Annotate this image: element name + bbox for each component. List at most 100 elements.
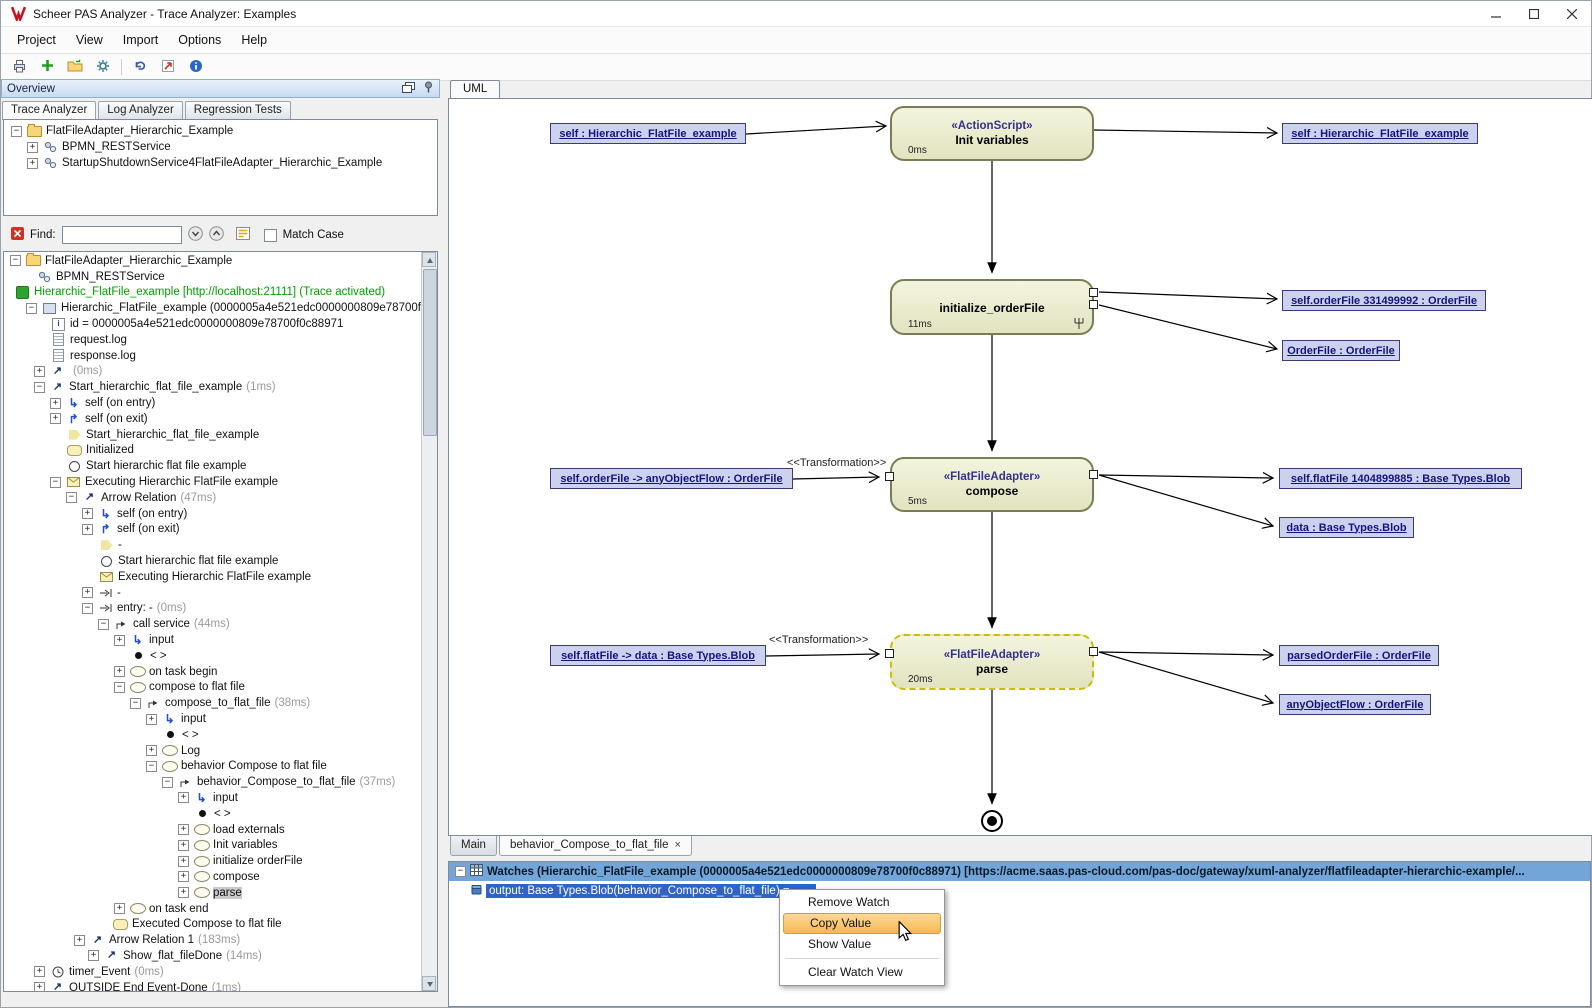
tree-expander[interactable]: + bbox=[34, 366, 45, 377]
trace-tree-item-initialized[interactable]: Initialized bbox=[4, 443, 422, 459]
trace-tree-item-flatfileadapter-hierarchic-example[interactable]: −FlatFileAdapter_Hierarchic_Example bbox=[4, 253, 422, 269]
trace-tree-item-start-hierarchic-flat-file-example[interactable]: Start hierarchic flat file example bbox=[4, 458, 422, 474]
tree-expander[interactable]: + bbox=[88, 950, 99, 961]
project-tree-item-bpmn-restservice[interactable]: +BPMN_RESTService bbox=[5, 139, 436, 155]
export-button[interactable] bbox=[158, 57, 178, 77]
trace-tree-item-show-flat-filedone[interactable]: +↗Show_flat_fileDone(14ms) bbox=[4, 948, 422, 964]
trace-tree-item-item[interactable]: +- bbox=[4, 585, 422, 601]
tree-expander[interactable]: + bbox=[114, 635, 125, 646]
tree-expander[interactable]: − bbox=[98, 619, 109, 630]
trace-tree-item-hierarchic-flatfile-example-http-localhost-21111-trace-activated[interactable]: Hierarchic_FlatFile_example [http://loca… bbox=[4, 285, 422, 301]
object-flow-label-self-flatfile-1404899885-base-types-blob[interactable]: self.flatFile 1404899885 : Base Types.Bl… bbox=[1279, 468, 1522, 489]
tree-expander[interactable]: + bbox=[50, 413, 61, 424]
object-flow-label-anyobjectflow-orderfile[interactable]: anyObjectFlow : OrderFile bbox=[1279, 694, 1431, 715]
uml-node-initialize-orderfile[interactable]: initialize_orderFile11ms bbox=[890, 279, 1094, 335]
trace-tree-item-executing-hierarchic-flatfile-example[interactable]: −Executing Hierarchic FlatFile example bbox=[4, 474, 422, 490]
scrollbar-down-button[interactable] bbox=[422, 976, 436, 991]
trace-tree-item-init-variables[interactable]: +Init variables bbox=[4, 837, 422, 853]
trace-tree-item-timer-event[interactable]: +timer_Event(0ms) bbox=[4, 964, 422, 980]
tab-trace-analyzer[interactable]: Trace Analyzer bbox=[2, 101, 96, 120]
trace-tree-item-hierarchic-flatfile-example-0000005a4e521edc0000000809e78700f0c88971[interactable]: −Hierarchic_FlatFile_example (0000005a4e… bbox=[4, 300, 422, 316]
trace-tree-item-input[interactable]: +↳input bbox=[4, 632, 422, 648]
tab-regression-tests[interactable]: Regression Tests bbox=[185, 101, 291, 119]
project-tree-item-startupshutdownservice4flatfileadapter-hierarchic-example[interactable]: +StartupShutdownService4FlatFileAdapter_… bbox=[5, 155, 436, 171]
diagram-tab-main[interactable]: Main bbox=[450, 836, 497, 856]
menu-project[interactable]: Project bbox=[7, 29, 66, 51]
object-flow-label-data-base-types-blob[interactable]: data : Base Types.Blob bbox=[1279, 517, 1414, 538]
trace-tree-item-self-on-exit[interactable]: +↱self (on exit) bbox=[4, 411, 422, 427]
tree-expander[interactable]: + bbox=[27, 158, 38, 169]
trace-tree-item-executed-compose-to-flat-file[interactable]: Executed Compose to flat file bbox=[4, 916, 422, 932]
trace-tree-item-start-hierarchic-flat-file-example[interactable]: −↗Start_hierarchic_flat_file_example(1ms… bbox=[4, 379, 422, 395]
context-menu-item-copy-value[interactable]: Copy Value bbox=[783, 913, 941, 934]
find-close-icon[interactable] bbox=[11, 227, 24, 243]
tree-expander[interactable]: − bbox=[10, 255, 21, 266]
tree-expander[interactable]: − bbox=[66, 492, 77, 503]
trace-tree-item-response-log[interactable]: response.log bbox=[4, 348, 422, 364]
trace-tree-item-compose-to-flat-file[interactable]: −compose to flat file bbox=[4, 680, 422, 696]
menu-view[interactable]: View bbox=[66, 29, 113, 51]
tree-expander[interactable]: + bbox=[82, 508, 93, 519]
project-tree-item-flatfileadapter-hierarchic-example[interactable]: −FlatFileAdapter_Hierarchic_Example bbox=[5, 123, 436, 139]
find-previous-icon[interactable] bbox=[209, 226, 224, 244]
highlight-all-icon[interactable] bbox=[236, 227, 250, 243]
tree-expander[interactable]: + bbox=[74, 935, 85, 946]
scrollbar-up-button[interactable] bbox=[422, 252, 436, 267]
tree-expander[interactable]: + bbox=[178, 856, 189, 867]
trace-tree-item-item[interactable]: < > bbox=[4, 648, 422, 664]
tree-expander[interactable]: + bbox=[178, 824, 189, 835]
trace-tree-item-entry[interactable]: −entry: -(0ms) bbox=[4, 601, 422, 617]
scrollbar-thumb[interactable] bbox=[423, 269, 437, 436]
context-menu-item-remove-watch[interactable]: Remove Watch bbox=[782, 892, 942, 913]
close-button[interactable] bbox=[1553, 1, 1591, 26]
info-button[interactable] bbox=[186, 57, 206, 77]
object-flow-label-self-hierarchic-flatfile-example[interactable]: self : Hierarchic_FlatFile_example bbox=[1282, 123, 1478, 144]
trace-tree-item-input[interactable]: +↳input bbox=[4, 790, 422, 806]
menu-help[interactable]: Help bbox=[231, 29, 277, 51]
tree-expander[interactable]: + bbox=[146, 714, 157, 725]
tab-log-analyzer[interactable]: Log Analyzer bbox=[98, 101, 183, 119]
context-menu-item-show-value[interactable]: Show Value bbox=[782, 934, 942, 955]
undo-button[interactable] bbox=[130, 57, 150, 77]
activity-final-node[interactable] bbox=[978, 807, 1006, 835]
diagram-tab-behavior-compose-to-flat-file[interactable]: behavior_Compose_to_flat_file× bbox=[499, 836, 692, 856]
trace-tree-item-executing-hierarchic-flatfile-example[interactable]: Executing Hierarchic FlatFile example bbox=[4, 569, 422, 585]
tree-expander[interactable]: + bbox=[178, 871, 189, 882]
tree-expander[interactable]: − bbox=[146, 761, 157, 772]
trace-tree-item-arrow-relation[interactable]: −↗Arrow Relation(47ms) bbox=[4, 490, 422, 506]
trace-tree-scrollbar[interactable] bbox=[421, 252, 437, 991]
maximize-button[interactable] bbox=[1515, 1, 1553, 26]
trace-tree-item-outside-end-event-done[interactable]: +↗OUTSIDE End Event-Done(1ms) bbox=[4, 980, 422, 991]
tree-expander[interactable]: − bbox=[50, 477, 61, 488]
trace-tree-item-id-0000005a4e521edc0000000809e78700f0c88971[interactable]: iid = 0000005a4e521edc0000000809e78700f0… bbox=[4, 316, 422, 332]
trace-tree-item-input[interactable]: +↳input bbox=[4, 711, 422, 727]
float-window-icon[interactable] bbox=[402, 82, 415, 96]
menu-options[interactable]: Options bbox=[168, 29, 231, 51]
pin-icon[interactable] bbox=[423, 81, 434, 96]
tree-expander[interactable]: + bbox=[114, 903, 125, 914]
object-flow-label-self-flatfile-data-base-types-blob[interactable]: self.flatFile -> data : Base Types.Blob bbox=[550, 645, 766, 666]
trace-tree-item-log[interactable]: +Log bbox=[4, 743, 422, 759]
watches-expander[interactable] bbox=[455, 866, 466, 877]
trace-tree-item-arrow-relation-1[interactable]: +↗Arrow Relation 1(183ms) bbox=[4, 932, 422, 948]
trace-tree-item-on-task-begin[interactable]: +on task begin bbox=[4, 664, 422, 680]
trace-tree-item-item[interactable]: < > bbox=[4, 806, 422, 822]
trace-tree-item-self-on-exit[interactable]: +↱self (on exit) bbox=[4, 522, 422, 538]
trace-tree-item-self-on-entry[interactable]: +↳self (on entry) bbox=[4, 506, 422, 522]
tree-expander[interactable]: + bbox=[82, 587, 93, 598]
uml-node-parse[interactable]: «FlatFileAdapter»parse20ms bbox=[890, 634, 1094, 690]
trace-tree-item-load-externals[interactable]: +load externals bbox=[4, 822, 422, 838]
find-input[interactable] bbox=[62, 226, 182, 244]
trace-tree-item-behavior-compose-to-flat-file[interactable]: −behavior Compose to flat file bbox=[4, 759, 422, 775]
trace-tree-item-self-on-entry[interactable]: +↳self (on entry) bbox=[4, 395, 422, 411]
match-case-checkbox[interactable] bbox=[264, 229, 277, 242]
tree-expander[interactable]: − bbox=[114, 682, 125, 693]
print-button[interactable] bbox=[9, 57, 29, 77]
tree-expander[interactable]: − bbox=[26, 303, 37, 314]
object-flow-label-self-hierarchic-flatfile-example[interactable]: self : Hierarchic_FlatFile_example bbox=[550, 123, 746, 144]
tree-expander[interactable]: + bbox=[114, 666, 125, 677]
uml-node-compose[interactable]: «FlatFileAdapter»compose5ms bbox=[890, 457, 1094, 512]
trace-tree-item-item[interactable]: - bbox=[4, 537, 422, 553]
find-next-icon[interactable] bbox=[188, 226, 203, 244]
trace-tree-item-request-log[interactable]: request.log bbox=[4, 332, 422, 348]
